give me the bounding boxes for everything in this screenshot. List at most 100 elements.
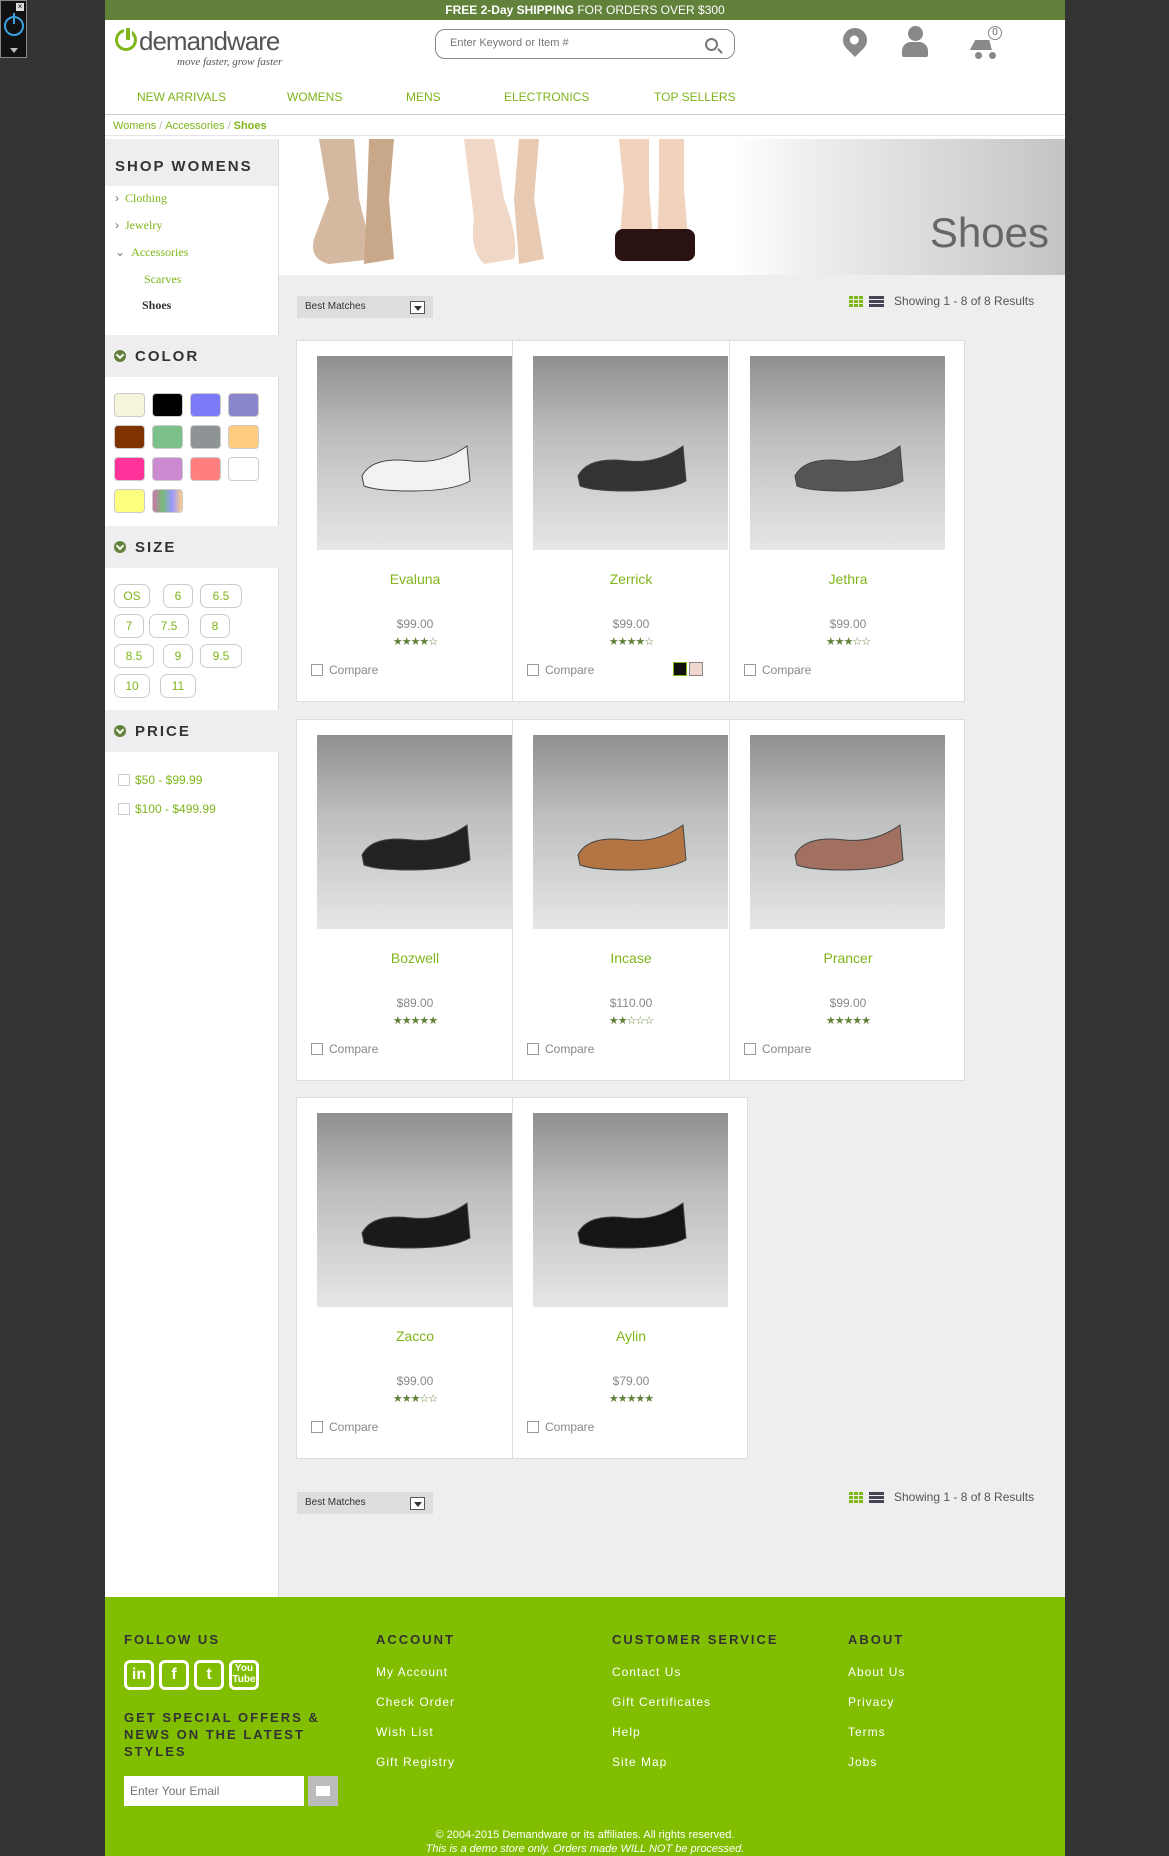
cart-icon[interactable]: 0 (965, 26, 1005, 62)
youtube-icon[interactable]: You Tube (229, 1660, 259, 1690)
checkbox[interactable] (118, 803, 130, 815)
price-option[interactable]: $100 - $499.99 (118, 802, 216, 816)
compare-checkbox[interactable]: Compare (311, 1042, 378, 1056)
product-image[interactable] (750, 735, 945, 929)
size-option[interactable]: 11 (160, 674, 196, 698)
user-account-icon[interactable] (900, 26, 930, 60)
color-swatch[interactable] (190, 393, 221, 417)
product-swatch[interactable] (689, 662, 703, 676)
footer-link[interactable]: Privacy (848, 1695, 894, 1709)
compare-checkbox[interactable]: Compare (527, 663, 594, 677)
footer-link[interactable]: Contact Us (612, 1665, 681, 1679)
product-image[interactable] (533, 356, 728, 550)
compare-checkbox[interactable]: Compare (527, 1420, 594, 1434)
nav-top-sellers[interactable]: TOP SELLERS (654, 90, 736, 104)
footer-link[interactable]: Gift Registry (376, 1755, 455, 1769)
product-name[interactable]: Zerrick (513, 571, 749, 587)
compare-checkbox[interactable]: Compare (311, 663, 378, 677)
product-name[interactable]: Zacco (297, 1328, 533, 1344)
size-option[interactable]: 8.5 (114, 644, 154, 668)
power-widget[interactable]: × (0, 0, 27, 58)
product-tile[interactable]: Zerrick $99.00 ★★★★☆ Compare (512, 340, 748, 702)
color-swatch[interactable] (228, 393, 259, 417)
list-view-icon[interactable] (869, 1492, 884, 1504)
footer-link[interactable]: Site Map (612, 1755, 667, 1769)
footer-link[interactable]: Wish List (376, 1725, 434, 1739)
product-name[interactable]: Bozwell (297, 950, 533, 966)
nav-womens[interactable]: WOMENS (287, 90, 342, 104)
list-view-icon[interactable] (869, 296, 884, 308)
email-submit-button[interactable] (308, 1776, 338, 1806)
category-clothing[interactable]: › Clothing (115, 191, 167, 206)
size-option[interactable]: OS (114, 584, 150, 608)
grid-view-icon[interactable] (849, 1492, 864, 1504)
color-swatch[interactable] (190, 457, 221, 481)
nav-mens[interactable]: MENS (406, 90, 441, 104)
product-image[interactable] (317, 356, 512, 550)
color-swatch[interactable] (114, 393, 145, 417)
footer-link[interactable]: Terms (848, 1725, 886, 1739)
size-option[interactable]: 8 (200, 614, 230, 638)
dropdown-icon[interactable] (410, 301, 425, 314)
footer-link[interactable]: Gift Certificates (612, 1695, 711, 1709)
sort-select-bottom[interactable]: Best Matches (297, 1492, 433, 1514)
compare-checkbox[interactable]: Compare (311, 1420, 378, 1434)
color-swatch[interactable] (114, 457, 145, 481)
color-swatch[interactable] (152, 393, 183, 417)
twitter-icon[interactable]: t (194, 1660, 224, 1690)
color-swatch[interactable] (228, 457, 259, 481)
compare-checkbox[interactable]: Compare (744, 663, 811, 677)
store-locator-icon[interactable] (838, 23, 872, 57)
color-swatch[interactable] (114, 425, 145, 449)
dropdown-icon[interactable] (410, 1497, 425, 1510)
footer-link[interactable]: My Account (376, 1665, 448, 1679)
compare-checkbox[interactable]: Compare (744, 1042, 811, 1056)
grid-view-icon[interactable] (849, 296, 864, 308)
product-name[interactable]: Evaluna (297, 571, 533, 587)
category-scarves[interactable]: Scarves (144, 272, 181, 287)
power-icon[interactable] (4, 13, 24, 36)
footer-link[interactable]: About Us (848, 1665, 905, 1679)
close-icon[interactable]: × (16, 3, 24, 11)
price-filter-header[interactable]: PRICE (105, 710, 279, 752)
footer-link[interactable]: Help (612, 1725, 641, 1739)
product-tile[interactable]: Zacco $99.00 ★★★☆☆ Compare (296, 1097, 532, 1459)
product-image[interactable] (317, 1113, 512, 1307)
color-swatch[interactable] (152, 425, 183, 449)
category-jewelry[interactable]: › Jewelry (115, 218, 162, 233)
color-swatch[interactable] (152, 457, 183, 481)
size-option[interactable]: 10 (114, 674, 150, 698)
price-option[interactable]: $50 - $99.99 (118, 773, 202, 787)
color-swatch[interactable] (228, 425, 259, 449)
nav-new-arrivals[interactable]: NEW ARRIVALS (137, 90, 226, 104)
breadcrumb-accessories[interactable]: Accessories (165, 120, 224, 132)
compare-checkbox[interactable]: Compare (527, 1042, 594, 1056)
size-filter-header[interactable]: SIZE (105, 526, 279, 568)
product-tile[interactable]: Bozwell $89.00 ★★★★★ Compare (296, 719, 532, 1081)
checkbox[interactable] (118, 774, 130, 786)
product-image[interactable] (533, 735, 728, 929)
category-shoes[interactable]: Shoes (142, 298, 171, 313)
product-tile[interactable]: Incase $110.00 ★★☆☆☆ Compare (512, 719, 748, 1081)
color-swatch-multicolor[interactable] (152, 489, 183, 513)
product-name[interactable]: Aylin (513, 1328, 749, 1344)
color-swatch[interactable] (114, 489, 145, 513)
product-name[interactable]: Incase (513, 950, 749, 966)
logo[interactable]: demandware move faster, grow faster (115, 26, 295, 71)
linkedin-icon[interactable]: in (124, 1660, 154, 1690)
product-tile[interactable]: Prancer $99.00 ★★★★★ Compare (729, 719, 965, 1081)
nav-electronics[interactable]: ELECTRONICS (504, 90, 589, 104)
color-swatch[interactable] (190, 425, 221, 449)
product-tile[interactable]: Evaluna $99.00 ★★★★☆ Compare (296, 340, 532, 702)
size-option[interactable]: 7 (114, 614, 144, 638)
product-image[interactable] (317, 735, 512, 929)
product-swatch[interactable] (673, 662, 687, 676)
footer-link[interactable]: Jobs (848, 1755, 877, 1769)
facebook-icon[interactable]: f (159, 1660, 189, 1690)
product-name[interactable]: Prancer (730, 950, 966, 966)
email-input[interactable] (124, 1776, 304, 1806)
search-box[interactable] (435, 29, 735, 59)
category-accessories[interactable]: ⌄ Accessories (115, 245, 188, 260)
footer-link[interactable]: Check Order (376, 1695, 455, 1709)
product-tile[interactable]: Jethra $99.00 ★★★☆☆ Compare (729, 340, 965, 702)
